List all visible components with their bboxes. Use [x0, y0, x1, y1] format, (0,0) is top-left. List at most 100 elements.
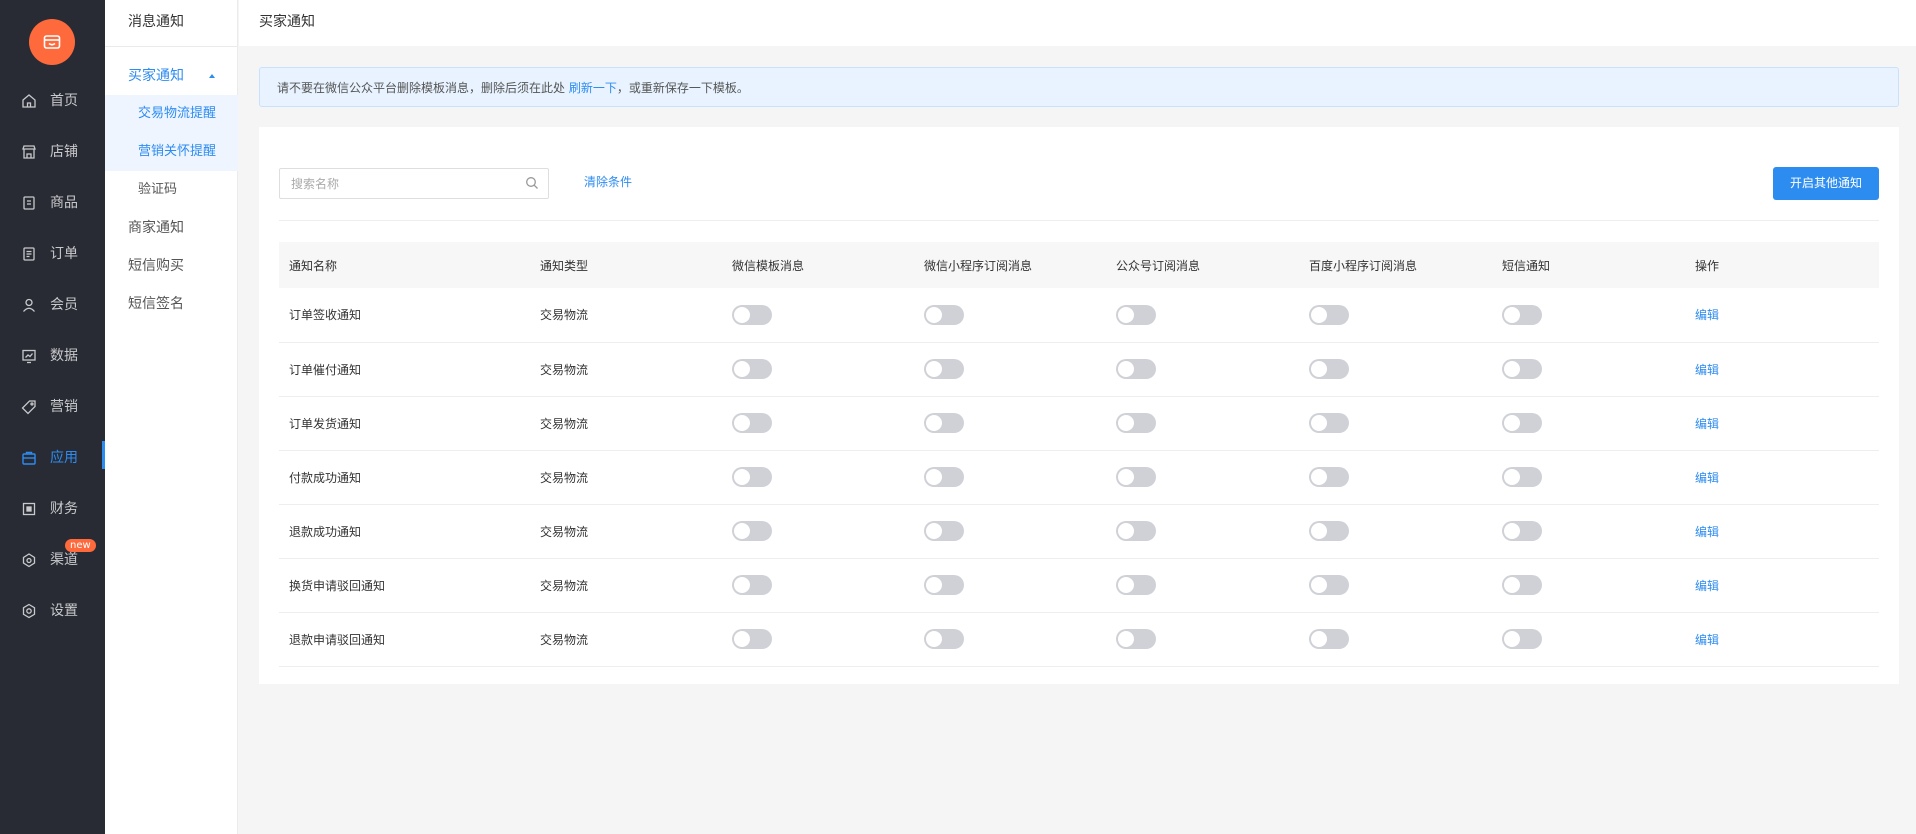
wechat-template-toggle[interactable] — [732, 467, 772, 487]
official-account-toggle[interactable] — [1116, 304, 1156, 325]
wechat-miniprogram-toggle[interactable] — [924, 467, 964, 487]
baidu-miniprogram-toggle[interactable] — [1309, 629, 1349, 649]
submenu-item-trade-logistics[interactable]: 交易物流提醒 — [105, 95, 238, 133]
baidu-miniprogram-toggle[interactable] — [1309, 304, 1349, 325]
wechat-template-toggle[interactable] — [732, 359, 772, 379]
column-header: 通知名称 — [279, 242, 530, 288]
sms-toggle[interactable] — [1502, 467, 1542, 487]
nav-item-data[interactable]: 数据 — [0, 331, 105, 381]
nav-item-store[interactable]: 店铺 — [0, 127, 105, 177]
info-alert: 请不要在微信公众平台删除模板消息，删除后须在此处 刷新一下，或重新保存一下模板。 — [259, 67, 1899, 107]
nav-item-order[interactable]: 订单 — [0, 229, 105, 279]
official-account-toggle[interactable] — [1116, 575, 1156, 595]
edit-link[interactable]: 编辑 — [1695, 525, 1719, 539]
search-icon[interactable] — [525, 176, 539, 190]
nav-item-home[interactable]: 首页 — [0, 76, 105, 126]
nav-item-goods[interactable]: 商品 — [0, 178, 105, 228]
sms-toggle[interactable] — [1502, 413, 1542, 433]
notice-type: 交易物流 — [530, 504, 722, 559]
wechat-template-toggle[interactable] — [732, 413, 772, 433]
notice-name: 订单发货通知 — [279, 396, 530, 451]
nav-label: 营销 — [50, 399, 78, 415]
channel-icon — [22, 553, 36, 568]
edit-link[interactable]: 编辑 — [1695, 417, 1719, 431]
wechat-template-toggle[interactable] — [732, 521, 772, 541]
submenu-title: 消息通知 — [128, 14, 184, 30]
wechat-miniprogram-toggle[interactable] — [924, 304, 964, 325]
submenu-item-buyer-notice[interactable]: 买家通知 — [105, 57, 238, 95]
alert-text-before: 请不要在微信公众平台删除模板消息，删除后须在此处 — [277, 81, 566, 95]
page-title: 买家通知 — [259, 14, 315, 30]
submenu-item-merchant-notice[interactable]: 商家通知 — [105, 209, 238, 247]
submenu-item-sms-purchase[interactable]: 短信购买 — [105, 247, 238, 285]
nav-label: 首页 — [50, 93, 78, 109]
submenu-item-verification-code[interactable]: 验证码 — [105, 171, 238, 209]
official-account-toggle[interactable] — [1116, 521, 1156, 541]
table-row: 换货申请驳回通知 交易物流 编辑 — [279, 558, 1879, 613]
table-row: 订单催付通知 交易物流 编辑 — [279, 342, 1879, 397]
baidu-miniprogram-toggle[interactable] — [1309, 521, 1349, 541]
wechat-miniprogram-toggle[interactable] — [924, 359, 964, 379]
edit-link[interactable]: 编辑 — [1695, 633, 1719, 647]
caret-up-icon — [209, 74, 215, 78]
home-icon — [22, 94, 36, 108]
table-row: 退款成功通知 交易物流 编辑 — [279, 504, 1879, 559]
nav-label: 店铺 — [50, 144, 78, 160]
nav-item-app[interactable]: 应用 — [0, 433, 105, 483]
column-header: 百度小程序订阅消息 — [1299, 242, 1492, 288]
wechat-miniprogram-toggle[interactable] — [924, 413, 964, 433]
tag-icon — [21, 400, 36, 415]
order-icon — [23, 247, 35, 261]
column-header: 短信通知 — [1492, 242, 1685, 288]
nav-item-channel[interactable]: 渠道 new — [0, 535, 105, 585]
sms-toggle[interactable] — [1502, 304, 1542, 325]
search-input[interactable] — [280, 169, 520, 198]
official-account-toggle[interactable] — [1116, 629, 1156, 649]
data-icon — [22, 349, 36, 364]
main-nav: 首页 店铺 商品 订单 会员 数据 营销 应用 财务 渠道 new 设置 — [0, 0, 105, 834]
clear-filter-link[interactable]: 清除条件 — [584, 174, 632, 190]
wechat-template-toggle[interactable] — [732, 629, 772, 649]
sms-toggle[interactable] — [1502, 629, 1542, 649]
store-logo-icon[interactable] — [29, 19, 75, 65]
sms-toggle[interactable] — [1502, 359, 1542, 379]
nav-item-finance[interactable]: 财务 — [0, 484, 105, 534]
notice-type: 交易物流 — [530, 612, 722, 667]
nav-label: 渠道 — [50, 552, 78, 568]
baidu-miniprogram-toggle[interactable] — [1309, 359, 1349, 379]
column-header: 微信小程序订阅消息 — [914, 242, 1106, 288]
member-icon — [23, 298, 35, 312]
edit-link[interactable]: 编辑 — [1695, 471, 1719, 485]
wechat-template-toggle[interactable] — [732, 575, 772, 595]
nav-label: 设置 — [50, 603, 78, 619]
submenu-item-marketing-care[interactable]: 营销关怀提醒 — [105, 133, 238, 171]
baidu-miniprogram-toggle[interactable] — [1309, 575, 1349, 595]
submenu-item-sms-signature[interactable]: 短信签名 — [105, 285, 238, 323]
wechat-miniprogram-toggle[interactable] — [924, 629, 964, 649]
refresh-link[interactable]: 刷新一下 — [569, 81, 617, 95]
notice-name: 订单催付通知 — [279, 342, 530, 397]
official-account-toggle[interactable] — [1116, 467, 1156, 487]
sms-toggle[interactable] — [1502, 521, 1542, 541]
wechat-miniprogram-toggle[interactable] — [924, 575, 964, 595]
nav-item-settings[interactable]: 设置 — [0, 586, 105, 636]
nav-label: 财务 — [50, 501, 78, 517]
baidu-miniprogram-toggle[interactable] — [1309, 467, 1349, 487]
edit-link[interactable]: 编辑 — [1695, 363, 1719, 377]
notice-name: 付款成功通知 — [279, 450, 530, 505]
nav-item-marketing[interactable]: 营销 — [0, 382, 105, 432]
new-badge: new — [65, 539, 96, 552]
enable-other-notice-button[interactable]: 开启其他通知 — [1773, 167, 1879, 200]
edit-link[interactable]: 编辑 — [1695, 579, 1719, 593]
edit-link[interactable]: 编辑 — [1695, 308, 1719, 322]
wechat-miniprogram-toggle[interactable] — [924, 521, 964, 541]
table-row: 订单发货通知 交易物流 编辑 — [279, 396, 1879, 451]
sms-toggle[interactable] — [1502, 575, 1542, 595]
official-account-toggle[interactable] — [1116, 413, 1156, 433]
wechat-template-toggle[interactable] — [732, 304, 772, 325]
official-account-toggle[interactable] — [1116, 359, 1156, 379]
goods-icon — [23, 196, 35, 210]
notice-type: 交易物流 — [530, 558, 722, 613]
nav-item-member[interactable]: 会员 — [0, 280, 105, 330]
baidu-miniprogram-toggle[interactable] — [1309, 413, 1349, 433]
